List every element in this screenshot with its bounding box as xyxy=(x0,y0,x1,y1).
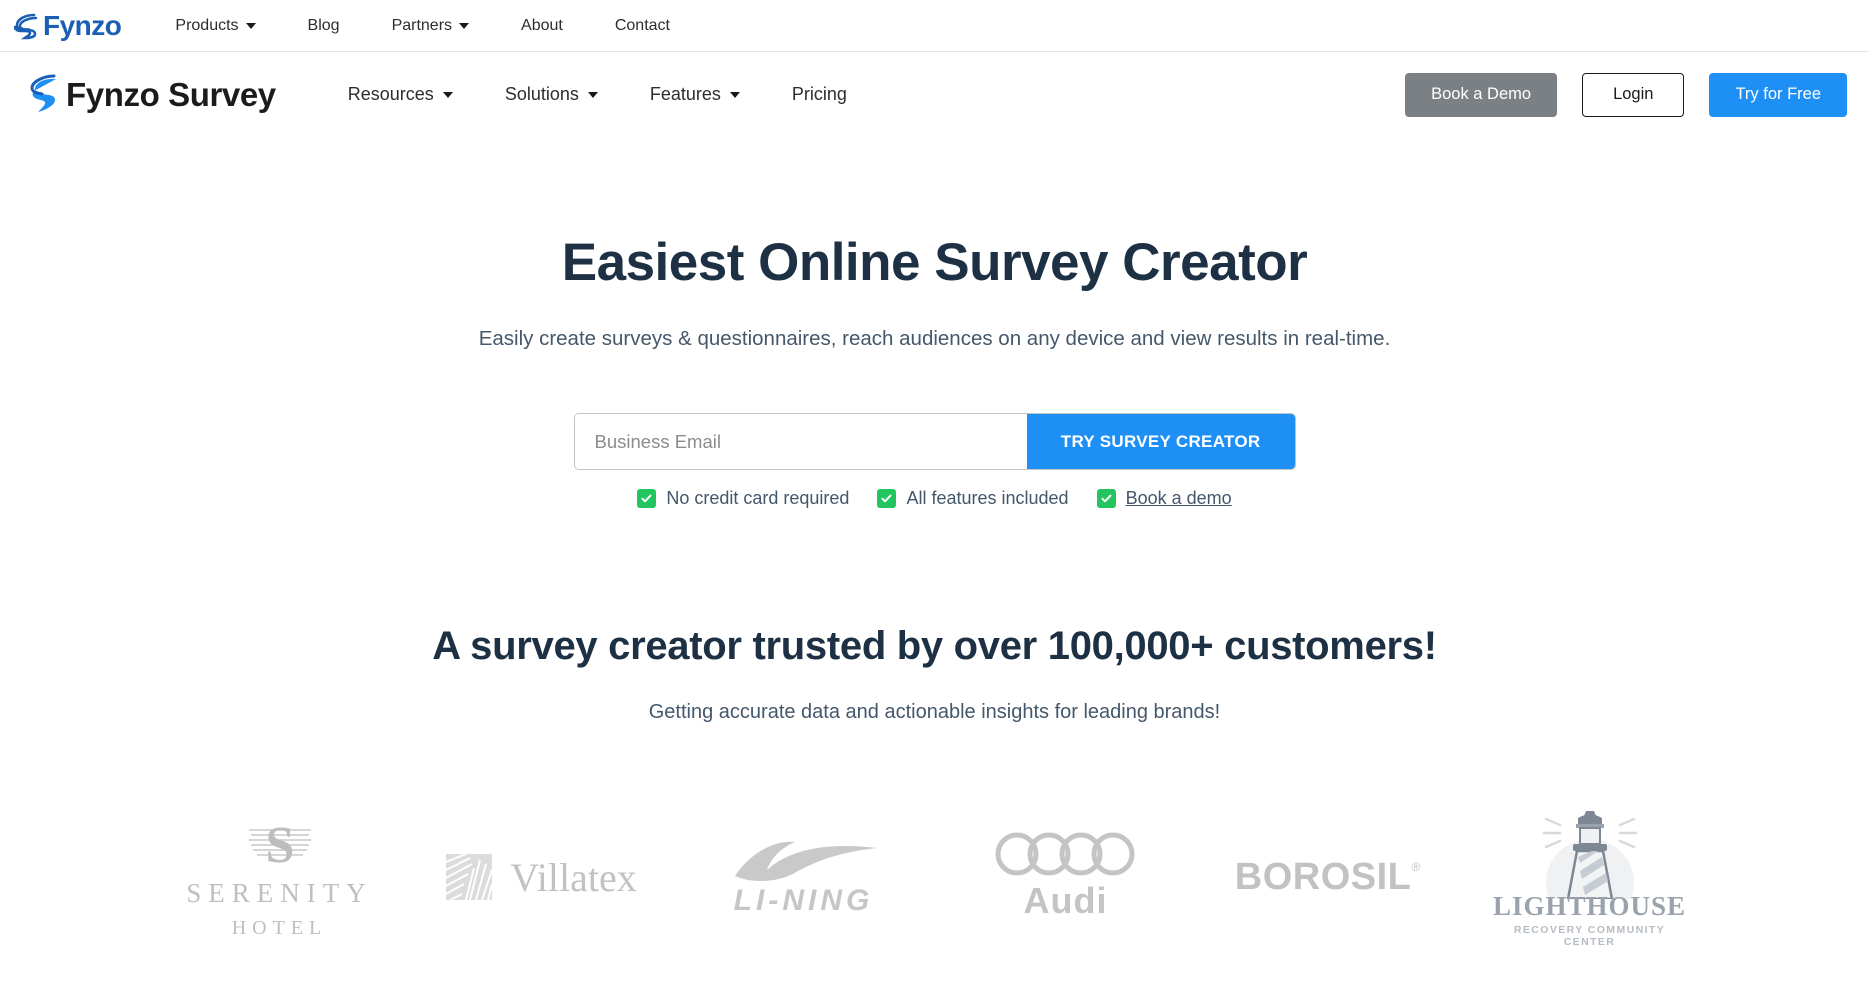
trusted-section: A survey creator trusted by over 100,000… xyxy=(0,624,1869,952)
top-nav: Products Blog Partners About Contact xyxy=(149,17,696,35)
lighthouse-subtitle: RECOVERY COMMUNITY CENTER xyxy=(1513,923,1666,948)
serenity-wordmark: SERENITY xyxy=(186,878,373,908)
login-button[interactable]: Login xyxy=(1582,72,1685,117)
lighthouse-icon xyxy=(1542,810,1637,899)
chevron-down-icon xyxy=(729,91,740,98)
top-nav-label-partners: Partners xyxy=(391,16,453,34)
hero-subtitle: Easily create surveys & questionnaires, … xyxy=(478,327,1391,350)
signup-box: TRY SURVEY CREATOR xyxy=(573,413,1296,470)
lining-wordmark: LI-NING xyxy=(733,884,874,917)
main-nav-item-solutions[interactable]: Solutions xyxy=(479,84,624,105)
brand-logo-lining: LI-NING xyxy=(704,802,904,952)
fynzo-survey-logo[interactable]: Fynzo Survey xyxy=(30,74,276,116)
brand-logo-lighthouse: LIGHTHOUSE RECOVERY COMMUNITY CENTER xyxy=(1490,802,1690,952)
main-nav-item-features[interactable]: Features xyxy=(624,84,766,105)
feature-label: All features included xyxy=(906,488,1069,508)
header-actions: Book a Demo Login Try for Free xyxy=(1405,72,1847,117)
main-nav-item-pricing[interactable]: Pricing xyxy=(766,84,873,105)
chevron-down-icon xyxy=(442,91,453,98)
trusted-subtitle: Getting accurate data and actionable ins… xyxy=(648,701,1221,723)
fynzo-swirl-icon xyxy=(14,13,38,39)
villatex-weave-icon xyxy=(446,854,493,900)
top-nav-item-contact[interactable]: Contact xyxy=(589,17,696,35)
registered-trademark-icon: ® xyxy=(1411,859,1421,874)
top-nav-item-partners[interactable]: Partners xyxy=(366,17,495,35)
try-for-free-button[interactable]: Try for Free xyxy=(1709,72,1847,117)
audi-rings-icon xyxy=(995,832,1134,876)
check-icon xyxy=(877,489,897,508)
signup-row: TRY SURVEY CREATOR xyxy=(0,413,1869,470)
fynzo-survey-logo-text: Fynzo Survey xyxy=(66,76,276,113)
audi-wordmark: Audi xyxy=(1023,880,1108,921)
page-title: Easiest Online Survey Creator xyxy=(561,233,1308,292)
hero-section: Easiest Online Survey Creator Easily cre… xyxy=(0,137,1869,509)
serenity-subtitle: HOTEL xyxy=(231,917,328,939)
top-nav-label-contact: Contact xyxy=(614,16,670,34)
main-header: Fynzo Survey Resources Solutions Feature… xyxy=(0,52,1869,137)
villatex-wordmark: Villatex xyxy=(510,854,637,900)
book-demo-button[interactable]: Book a Demo xyxy=(1405,72,1558,117)
check-icon xyxy=(1096,489,1116,508)
fynzo-logo[interactable]: Fynzo xyxy=(14,9,122,41)
brand-logo-borosil: BOROSIL ® xyxy=(1228,802,1428,952)
feature-label: No credit card required xyxy=(666,488,850,508)
top-nav-item-about[interactable]: About xyxy=(495,17,589,35)
main-nav-label-pricing: Pricing xyxy=(791,84,847,104)
chevron-down-icon xyxy=(587,91,598,98)
main-nav-label-resources: Resources xyxy=(347,84,434,104)
trusted-title: A survey creator trusted by over 100,000… xyxy=(432,624,1437,668)
business-email-input[interactable] xyxy=(574,414,1027,469)
brand-logo-strip: S SERENITY HOTEL Villatex LI-NING Audi B… xyxy=(0,802,1869,952)
main-nav-item-resources[interactable]: Resources xyxy=(322,84,479,105)
svg-text:S: S xyxy=(265,817,294,872)
serenity-monogram-icon: S xyxy=(248,817,311,872)
main-nav: Resources Solutions Features Pricing xyxy=(322,84,873,105)
feature-no-credit-card: No credit card required xyxy=(637,488,849,509)
fynzo-survey-swirl-icon xyxy=(30,74,56,112)
lining-swoosh-icon xyxy=(734,841,877,881)
brand-logo-serenity-hotel: S SERENITY HOTEL xyxy=(180,802,380,952)
book-a-demo-link[interactable]: Book a demo xyxy=(1126,488,1232,509)
feature-book-a-demo[interactable]: Book a demo xyxy=(1096,488,1232,509)
main-nav-label-solutions: Solutions xyxy=(504,84,579,104)
fynzo-logo-text: Fynzo xyxy=(43,9,122,41)
top-nav-label-about: About xyxy=(521,16,563,34)
top-utility-bar: Fynzo Products Blog Partners About Conta… xyxy=(0,0,1869,52)
top-nav-item-blog[interactable]: Blog xyxy=(282,17,366,35)
brand-logo-audi: Audi xyxy=(966,802,1166,952)
borosil-wordmark: BOROSIL xyxy=(1234,855,1412,898)
chevron-down-icon xyxy=(459,22,470,29)
check-icon xyxy=(637,489,657,508)
lighthouse-wordmark: LIGHTHOUSE xyxy=(1492,890,1687,921)
main-nav-label-features: Features xyxy=(649,84,721,104)
chevron-down-icon xyxy=(245,22,256,29)
top-nav-label-blog: Blog xyxy=(307,16,340,34)
feature-all-features-included: All features included xyxy=(877,488,1069,509)
top-nav-label-products: Products xyxy=(175,16,239,34)
try-survey-creator-button[interactable]: TRY SURVEY CREATOR xyxy=(1026,414,1295,469)
brand-logo-villatex: Villatex xyxy=(442,802,642,952)
top-nav-item-products[interactable]: Products xyxy=(149,17,281,35)
hero-features-row: No credit card required All features inc… xyxy=(0,488,1869,509)
